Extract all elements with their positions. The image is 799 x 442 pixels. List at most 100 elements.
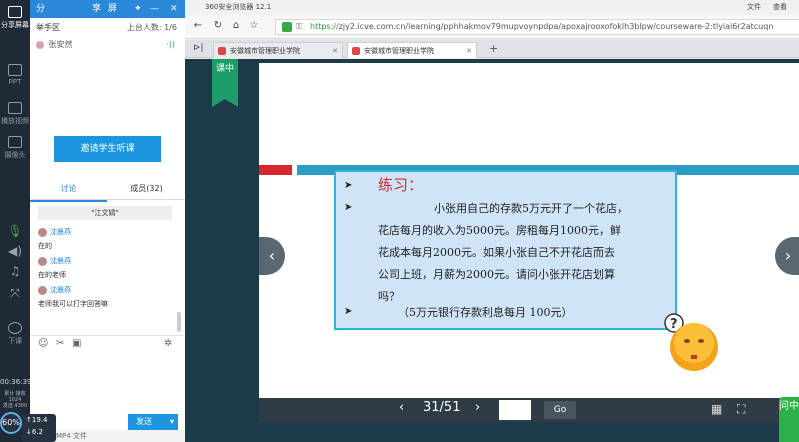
chevron-down-icon[interactable]: ▾ <box>170 414 174 430</box>
microphone-icon[interactable]: 🎙 <box>0 224 30 238</box>
ppt-icon <box>8 64 22 76</box>
refresh-icon[interactable]: ↻ <box>211 19 225 33</box>
header-tab-1[interactable]: 分 <box>36 0 45 18</box>
exercise-note: （5万元银行存款利息每月 100元） <box>398 306 573 319</box>
chat-toolbar: ☺ ✂ ▣ ✲ <box>30 335 185 351</box>
left-toolbar: 分享屏幕 PPT 播放视频 摄像头 🎙 ◀) ♫ ⤧ 下课 00:36:39 累… <box>0 0 32 442</box>
next-page-icon[interactable]: › <box>475 400 480 415</box>
corner-action-button[interactable]: 问中 <box>779 397 799 442</box>
page-number-input[interactable] <box>499 400 531 420</box>
header-tab-2[interactable]: 享 <box>92 0 101 18</box>
image-icon[interactable]: ▣ <box>72 338 81 349</box>
fullscreen-icon[interactable]: ⛶ <box>737 402 745 417</box>
browser-tabs: ⊳| 安徽城市管理职业学院 ✕ 安徽城市管理职业学院 ✕ + <box>185 40 799 58</box>
header-tab-3[interactable]: 屏 <box>108 0 117 18</box>
system-message: "江文婧" <box>38 206 172 220</box>
go-button[interactable]: Go <box>544 401 576 419</box>
list-item: 沈晨燕 在的 <box>30 224 180 253</box>
tab-1[interactable]: 安徽城市管理职业学院 ✕ <box>213 42 343 58</box>
message-author: 沈晨燕 <box>50 286 71 294</box>
prev-page-icon[interactable]: ‹ <box>399 400 404 415</box>
page-indicator: 31/51 <box>423 400 461 415</box>
music-icon[interactable]: ♫ <box>0 264 30 278</box>
avatar <box>38 256 47 266</box>
volume-icon: ·)) <box>166 40 175 49</box>
hand-raise-label: 举手区 <box>36 23 60 32</box>
tab-discussion[interactable]: 讨论 <box>30 178 107 202</box>
member-name: 张安然 <box>48 40 73 49</box>
browser-title: 360安全浏览器 12.1 <box>205 3 272 11</box>
menu-view[interactable]: 查看 <box>773 0 787 15</box>
new-tab-button[interactable]: + <box>489 42 498 55</box>
chat-list: "江文婧" 沈晨燕 在的 沈晨燕 在的老师 沈晨燕 老师我可以打字回答嘛 <box>30 202 180 332</box>
camera-button[interactable]: 摄像头 <box>0 136 30 160</box>
ppt-button[interactable]: PPT <box>0 64 30 86</box>
slide-canvas: ➤ 练习： ➤ 小张用自己的存款5万元开了一个花店， 花店每月的收入为5000元… <box>259 63 799 401</box>
speed-widget: ↑19.4 ↓6.2 <box>22 414 56 442</box>
site-favicon-icon <box>218 47 226 55</box>
camera-icon <box>8 136 22 148</box>
exercise-line-5: 吗？ <box>378 290 400 303</box>
close-tab-icon[interactable]: ✕ <box>466 43 472 58</box>
bullet-icon: ➤ <box>344 306 353 317</box>
message-text: 老师我可以打字回答嘛 <box>38 300 108 308</box>
emoji-icon[interactable]: ☺ <box>38 338 48 349</box>
video-icon <box>8 102 22 114</box>
exercise-line-1: 小张用自己的存款5万元开了一个花店， <box>434 202 628 215</box>
list-item: 沈晨燕 老师我可以打字回答嘛 <box>30 282 180 311</box>
grid-view-icon[interactable]: ▦ <box>711 402 722 416</box>
pin-icon[interactable]: ✦ <box>134 0 142 18</box>
elapsed-time: 00:36:39 <box>0 378 32 386</box>
minimize-icon[interactable]: — <box>150 0 159 18</box>
exercise-line-2: 花店每月的收入为5000元。房租每月1000元，鲜 <box>378 224 621 237</box>
send-button[interactable]: 发送 ▾ <box>128 414 178 430</box>
network-quality-gauge: 60% <box>0 412 22 434</box>
download-speed: ↓6.2 <box>26 428 43 436</box>
menu-file[interactable]: 文件 <box>747 0 761 15</box>
tab-2[interactable]: 安徽城市管理职业学院 ✕ <box>347 42 477 58</box>
member-row[interactable]: 张安然 ·)) <box>30 38 185 52</box>
page-content: 课中 ➤ 练习： ➤ 小张用自己的存款5万元开了一个花店， 花店每月的收入为50… <box>185 59 799 442</box>
settings-icon[interactable]: ✲ <box>164 338 172 349</box>
message-text: 在的老师 <box>38 271 66 279</box>
message-author: 沈晨燕 <box>50 257 71 265</box>
end-class-button[interactable]: 下课 <box>0 322 30 346</box>
share-screen-icon <box>8 6 22 18</box>
chat-scrollbar[interactable] <box>177 312 181 332</box>
traffic-stats: 累计 接收 1024 发送 4300 <box>2 391 28 409</box>
panel-header: 分 享 屏 ✦ — ✕ <box>30 0 185 18</box>
exercise-line-4: 公司上班，月薪为2000元。请问小张开花店划算 <box>378 268 615 281</box>
question-emoji-icon: ? <box>664 313 718 371</box>
browser-titlebar: 360安全浏览器 12.1 文件 查看 <box>185 0 799 15</box>
avatar <box>38 227 47 237</box>
list-item: 沈晨燕 在的老师 <box>30 253 180 282</box>
sidebar-toggle-icon[interactable]: ⊳| <box>193 43 204 53</box>
address-bar-row: ← ↻ ⌂ ☆ ⚿ https://zjy2.icve.com.cn/learn… <box>185 15 799 39</box>
url-input[interactable]: ⚿ https://zjy2.icve.com.cn/learning/pphh… <box>275 19 799 35</box>
play-video-button[interactable]: 播放视频 <box>0 102 30 126</box>
upload-speed: ↑19.4 <box>26 416 48 424</box>
class-stage-bookmark: 课中 <box>212 59 238 107</box>
panel-tabs: 讨论 成员(32) <box>30 178 185 202</box>
tab-members[interactable]: 成员(32) <box>108 178 185 200</box>
invite-students-button[interactable]: 邀请学生听课 <box>54 136 161 162</box>
close-tab-icon[interactable]: ✕ <box>332 43 338 58</box>
back-icon[interactable]: ← <box>191 19 205 33</box>
exercise-line-3: 花成本每月2000元。如果小张自己不开花店而去 <box>378 246 615 259</box>
fullscreen-icon[interactable]: ⤧ <box>0 286 30 301</box>
star-icon[interactable]: ☆ <box>247 19 261 33</box>
share-screen-button[interactable]: 分享屏幕 <box>0 6 30 30</box>
exercise-box: ➤ 练习： ➤ 小张用自己的存款5万元开了一个花店， 花店每月的收入为5000元… <box>334 170 677 330</box>
scissors-icon[interactable]: ✂ <box>56 338 64 349</box>
secure-lock-icon <box>282 22 292 32</box>
bullet-icon: ➤ <box>344 202 353 213</box>
site-favicon-icon <box>352 47 360 55</box>
exercise-title: 练习： <box>378 176 424 194</box>
slide-controls: ‹ 31/51 › Go ▦ ⛶ <box>259 398 799 422</box>
close-icon[interactable]: ✕ <box>170 0 178 18</box>
home-icon[interactable]: ⌂ <box>229 19 243 33</box>
avatar <box>36 40 44 49</box>
message-text: 在的 <box>38 242 52 250</box>
power-icon <box>8 322 22 334</box>
speaker-icon[interactable]: ◀) <box>0 244 30 258</box>
